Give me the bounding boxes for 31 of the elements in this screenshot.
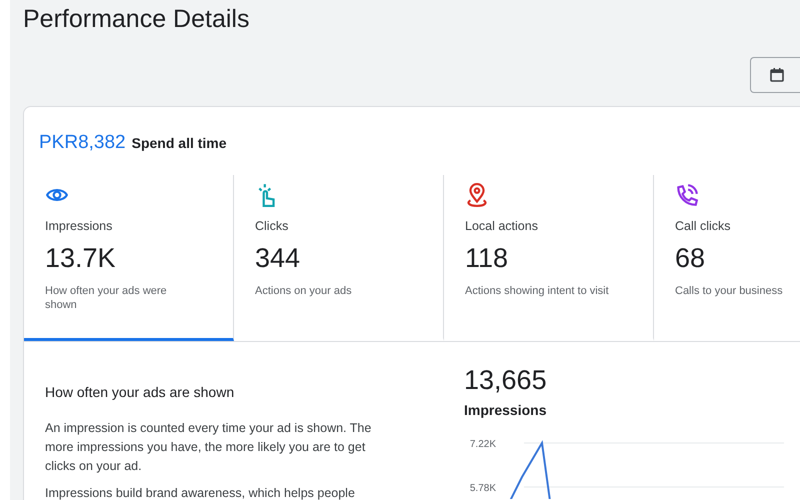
impressions-label: Impressions bbox=[464, 401, 548, 420]
y-axis-label: 5.78K bbox=[470, 483, 496, 494]
location-pin-icon bbox=[465, 183, 489, 207]
metric-label: Clicks bbox=[255, 218, 290, 235]
metric-description: How often your ads were shown bbox=[45, 284, 168, 312]
description-paragraph: Impressions build brand awareness, which helps people bbox=[45, 485, 356, 500]
impressions-total: 13,665 bbox=[464, 364, 548, 396]
page-title: Performance Details bbox=[23, 4, 250, 34]
impressions-line bbox=[509, 440, 551, 499]
metric-value: 118 bbox=[465, 242, 510, 274]
metric-description: Actions showing intent to visit bbox=[465, 284, 610, 298]
y-axis-label: 7.22K bbox=[470, 439, 496, 450]
section-heading: How often your ads are shown bbox=[45, 383, 236, 402]
metric-value: 344 bbox=[255, 242, 302, 274]
metric-tab[interactable]: Local actions 118 Actions showing intent to visit bbox=[444, 175, 654, 341]
metric-label: Local actions bbox=[465, 218, 539, 235]
metric-description: Actions on your ads bbox=[255, 284, 353, 298]
metric-value: 68 bbox=[675, 242, 706, 274]
calendar-icon bbox=[769, 66, 785, 82]
date-picker-button[interactable] bbox=[750, 56, 800, 92]
metric-label: Impressions bbox=[45, 218, 114, 235]
metric-tab[interactable]: Impressions 13.7K How often your ads were shown bbox=[24, 175, 234, 341]
metric-description: Calls to your business bbox=[675, 284, 784, 298]
metric-value: 13.7K bbox=[45, 242, 117, 274]
metric-tab[interactable]: Clicks 344 Actions on your ads bbox=[234, 175, 444, 341]
spend-amount: PKR8,382 bbox=[39, 131, 126, 155]
spend-label: Spend all time bbox=[132, 134, 227, 153]
metric-label: Call clicks bbox=[675, 218, 732, 235]
metric-tab[interactable]: Call clicks 68 Calls to your business bbox=[654, 175, 800, 341]
description-paragraph: An impression is counted every time your ad is shown. The more impressions you have, the more likely you are to get clicks on your ad. bbox=[45, 420, 372, 475]
phone-call-icon bbox=[675, 183, 699, 207]
